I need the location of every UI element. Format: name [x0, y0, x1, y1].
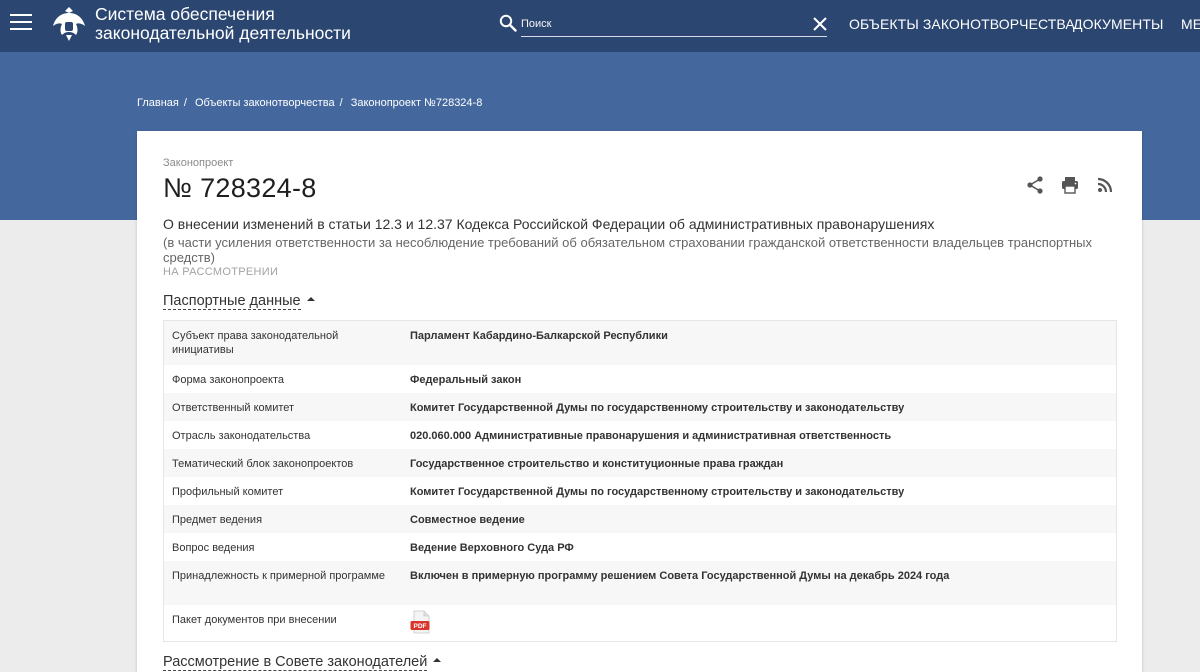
nav-more[interactable]: МЕ	[1181, 16, 1200, 32]
pdf-label: PDF	[414, 623, 427, 630]
row-key: Пакет документов при внесении	[172, 614, 337, 626]
table-row: Отрасль законодательства 020.060.000 Адм…	[164, 421, 1116, 449]
council-section-toggle[interactable]: Рассмотрение в Совете законодателей	[163, 654, 442, 671]
table-row: Предмет ведения Совместное ведение	[164, 505, 1116, 533]
rss-icon[interactable]	[1095, 175, 1115, 195]
menu-icon[interactable]	[10, 14, 32, 32]
row-value: Комитет Государственной Думы по государс…	[410, 402, 905, 414]
breadcrumb-home[interactable]: Главная	[137, 97, 179, 109]
site-title-line2: законодательной деятельности	[95, 23, 351, 43]
doc-kind: Законопроект	[163, 157, 234, 169]
breadcrumb-current[interactable]: Законопроект №728324-8	[351, 97, 483, 109]
table-row: Вопрос ведения Ведение Верховного Суда Р…	[164, 533, 1116, 561]
table-row: Ответственный комитет Комитет Государств…	[164, 393, 1116, 421]
caret-up-icon	[306, 297, 315, 302]
caret-up-icon	[433, 658, 442, 663]
status-badge: НА РАССМОТРЕНИИ	[163, 266, 279, 278]
table-row: Пакет документов при внесении PDF	[164, 605, 1116, 641]
site-title[interactable]: Система обеспечения законодательной деят…	[95, 5, 351, 43]
row-key: Отрасль законодательства	[172, 430, 311, 442]
row-key: Профильный комитет	[172, 486, 284, 498]
table-row: Форма законопроекта Федеральный закон	[164, 365, 1116, 393]
nav-legislative-objects[interactable]: ОБЪЕКТЫ ЗАКОНОТВОРЧЕСТВА	[849, 16, 1075, 32]
passport-table: Субъект права законодательной инициативы…	[163, 320, 1117, 642]
breadcrumb-objects[interactable]: Объекты законотворчества	[195, 97, 335, 109]
passport-section-toggle[interactable]: Паспортные данные	[163, 293, 315, 310]
row-value: Федеральный закон	[410, 374, 522, 386]
bill-subtitle: (в части усиления ответственности за нес…	[163, 235, 1092, 265]
bill-card: Законопроект № 728324-8 О внесении измен…	[137, 131, 1142, 672]
print-icon[interactable]	[1060, 175, 1080, 195]
table-row: Принадлежность к примерной программе Вкл…	[164, 561, 1116, 605]
passport-section-label: Паспортные данные	[163, 293, 301, 310]
row-value: Государственное строительство и конститу…	[410, 458, 784, 470]
row-key: Тематический блок законопроектов	[172, 458, 354, 470]
share-icon[interactable]	[1025, 175, 1045, 195]
row-value: 020.060.000 Административные правонаруше…	[410, 430, 892, 442]
pdf-icon[interactable]: PDF	[409, 610, 433, 634]
search-icon[interactable]	[499, 14, 517, 32]
search-input[interactable]	[521, 11, 827, 37]
site-title-line1: Система обеспечения	[95, 4, 275, 24]
row-key: Предмет ведения	[172, 514, 263, 526]
row-key: Вопрос ведения	[172, 542, 255, 554]
nav-documents[interactable]: ДОКУМЕНТЫ	[1073, 16, 1164, 32]
council-section-label: Рассмотрение в Совете законодателей	[163, 654, 428, 671]
table-row: Тематический блок законопроектов Государ…	[164, 449, 1116, 477]
row-value: Комитет Государственной Думы по государс…	[410, 486, 905, 498]
top-bar: Система обеспечения законодательной деят…	[0, 0, 1200, 52]
row-key: Форма законопроекта	[172, 374, 285, 386]
bill-title: О внесении изменений в статьи 12.3 и 12.…	[163, 216, 935, 232]
row-value	[402, 605, 1116, 641]
row-value: Ведение Верховного Суда РФ	[410, 542, 574, 554]
page-title: № 728324-8	[163, 173, 317, 203]
row-key: Субъект права законодательной инициативы	[172, 330, 339, 356]
table-row: Профильный комитет Комитет Государственн…	[164, 477, 1116, 505]
row-key: Ответственный комитет	[172, 402, 295, 414]
row-key: Принадлежность к примерной программе	[172, 570, 386, 582]
row-value: Совместное ведение	[410, 514, 525, 526]
table-row: Субъект права законодательной инициативы…	[164, 321, 1116, 365]
coat-of-arms-logo[interactable]	[51, 4, 87, 42]
breadcrumb: Главная / Объекты законотворчества / Закон…	[137, 97, 483, 109]
row-value: Парламент Кабардино-Балкарской Республик…	[410, 330, 668, 342]
row-value: Включен в примерную программу решением С…	[410, 570, 950, 582]
close-icon[interactable]	[812, 16, 828, 32]
